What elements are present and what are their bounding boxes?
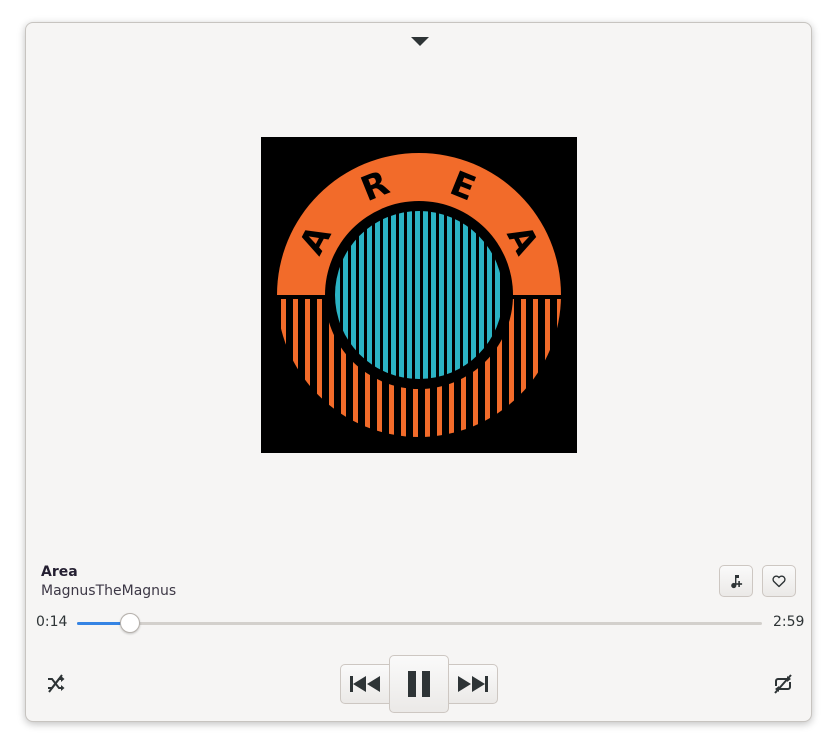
art-inner-stripe [415,211,420,379]
track-artist: MagnusTheMagnus [41,583,177,599]
seek-bar[interactable] [77,613,762,633]
play-pause-button[interactable] [389,655,449,713]
art-inner-stripe [375,211,380,379]
next-button[interactable] [448,664,498,704]
album-art-image: AR EA [261,137,577,453]
skip-previous-icon [350,676,380,692]
art-inner-stripe [439,211,444,379]
skip-next-icon [458,676,488,692]
art-inner-stripe [407,211,412,379]
previous-button[interactable] [340,664,390,704]
music-note-add-icon [731,575,743,589]
art-inner-stripe [391,211,396,379]
art-inner-stripe [399,211,404,379]
duration-time: 2:59 [773,614,805,630]
elapsed-time: 0:14 [36,614,68,630]
shuffle-button[interactable] [41,669,71,699]
repeat-disabled-icon [774,674,792,694]
collapse-button[interactable] [410,35,430,49]
pan-down-icon [411,37,429,46]
heart-outline-icon [772,575,786,588]
album-cover: AREA [261,137,577,453]
art-inner-stripe [367,211,372,379]
seek-handle[interactable] [120,613,141,633]
repeat-button[interactable] [768,669,798,699]
art-inner-stripe [455,211,460,379]
add-to-playlist-button[interactable] [719,565,753,597]
pause-icon [408,671,430,697]
track-title: Area [41,564,78,580]
art-inner-stripe [423,211,428,379]
art-inner-stripe [447,211,452,379]
art-inner-stripe [463,211,468,379]
player-window: AREA Area MagnusTheMagnus 0:14 2:59 [25,22,812,722]
art-inner-stripe [431,211,436,379]
shuffle-disabled-icon [48,674,65,693]
art-inner-stripe [383,211,388,379]
favorite-button[interactable] [762,565,796,597]
